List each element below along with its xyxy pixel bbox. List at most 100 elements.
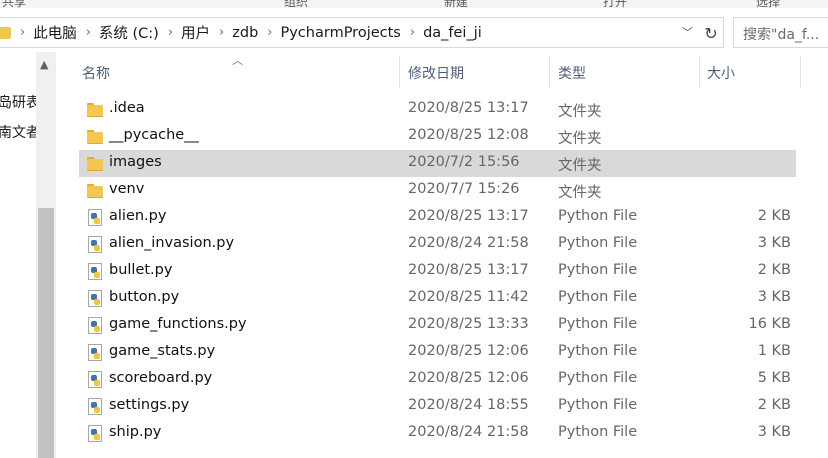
file-type: Python File	[558, 235, 638, 251]
address-bar[interactable]: › 此电脑 › 系统 (C:) › 用户 › zdb › PycharmProj…	[0, 17, 724, 48]
python-file-icon	[87, 425, 103, 442]
column-divider[interactable]	[549, 56, 550, 88]
file-row[interactable]: images 2020/7/2 15:56 文件夹	[79, 150, 796, 177]
breadcrumb-this-pc[interactable]: 此电脑	[33, 22, 77, 43]
ribbon-select-label[interactable]: 选择	[756, 0, 780, 8]
file-size: 5 KB	[757, 370, 791, 386]
column-type-header[interactable]: 类型	[558, 52, 586, 92]
column-header-row: ︿ 名称 修改日期 类型 大小	[56, 52, 828, 92]
nav-scrollbar[interactable]: ▲	[36, 52, 56, 458]
column-divider[interactable]	[699, 56, 700, 88]
file-type: Python File	[558, 370, 638, 386]
file-row[interactable]: settings.py 2020/8/24 18:55 Python File 2 K…	[79, 393, 796, 420]
file-row[interactable]: button.py 2020/8/25 11:42 Python File 3 KB	[79, 285, 796, 312]
file-type: Python File	[558, 343, 638, 359]
file-type: Python File	[558, 289, 638, 305]
file-name: button.py	[109, 289, 180, 305]
file-size: 3 KB	[757, 289, 791, 305]
scroll-up-icon[interactable]: ▲	[40, 58, 48, 71]
ribbon-new-label[interactable]: 新建	[444, 0, 468, 8]
breadcrumb-da-fei-ji[interactable]: da_fei_ji	[423, 25, 482, 41]
ribbon: 共享 组织 新建 打开 选择	[0, 0, 828, 8]
file-name: scoreboard.py	[109, 370, 213, 386]
file-row[interactable]: .idea 2020/8/25 13:17 文件夹	[79, 96, 796, 123]
file-type: 文件夹	[558, 104, 602, 120]
navigation-pane: 岛研表 南文者	[0, 52, 36, 458]
python-file-icon	[87, 236, 103, 253]
ribbon-open-label[interactable]: 打开	[603, 0, 627, 8]
file-modified-date: 2020/8/24 18:55	[408, 397, 529, 413]
nav-item-2[interactable]: 南文者	[0, 122, 36, 142]
file-row[interactable]: bullet.py 2020/8/25 13:17 Python File 2 KB	[79, 258, 796, 285]
file-size: 3 KB	[757, 424, 791, 440]
file-name: alien_invasion.py	[109, 235, 235, 251]
file-type: Python File	[558, 262, 638, 278]
python-file-icon	[87, 371, 103, 388]
chevron-right-icon[interactable]: ›	[20, 25, 25, 40]
column-name-header[interactable]: 名称	[82, 52, 110, 92]
file-modified-date: 2020/8/25 12:06	[408, 343, 529, 359]
file-row[interactable]: game_functions.py 2020/8/25 13:33 Python F…	[79, 312, 796, 339]
column-date-header[interactable]: 修改日期	[408, 52, 464, 92]
file-size: 2 KB	[757, 397, 791, 413]
file-name: game_stats.py	[109, 343, 216, 359]
file-type: 文件夹	[558, 185, 602, 201]
file-size: 2 KB	[757, 208, 791, 224]
scroll-thumb[interactable]	[38, 208, 54, 458]
sort-up-icon: ︿	[232, 54, 243, 67]
column-size-header[interactable]: 大小	[707, 52, 735, 92]
python-file-icon	[87, 290, 103, 307]
breadcrumb-users[interactable]: 用户	[181, 22, 210, 43]
column-divider[interactable]	[800, 56, 801, 88]
file-type: Python File	[558, 397, 638, 413]
file-modified-date: 2020/8/25 13:17	[408, 208, 529, 224]
file-name: __pycache__	[109, 127, 199, 143]
breadcrumb-system-drive[interactable]: 系统 (C:)	[99, 22, 159, 43]
file-type: Python File	[558, 424, 638, 440]
file-row[interactable]: ship.py 2020/8/24 21:58 Python File 3 KB	[79, 420, 796, 447]
folder-icon	[87, 101, 103, 118]
chevron-right-icon[interactable]: ›	[86, 25, 91, 40]
search-input[interactable]: 搜索"da_f...	[733, 17, 828, 48]
file-type: Python File	[558, 316, 638, 332]
file-type: Python File	[558, 208, 638, 224]
breadcrumb-pycharmprojects[interactable]: PycharmProjects	[280, 25, 400, 41]
column-divider[interactable]	[399, 56, 400, 88]
file-modified-date: 2020/8/25 12:06	[408, 370, 529, 386]
python-file-icon	[87, 344, 103, 361]
refresh-icon[interactable]: ↻	[698, 20, 724, 47]
breadcrumb-zdb[interactable]: zdb	[232, 25, 258, 41]
folder-icon	[87, 155, 103, 172]
file-modified-date: 2020/8/25 13:17	[408, 100, 529, 116]
chevron-right-icon[interactable]: ›	[267, 25, 272, 40]
ribbon-organize-label[interactable]: 组织	[284, 0, 308, 8]
chevron-down-icon[interactable]: ﹀	[682, 24, 693, 40]
file-row[interactable]: alien.py 2020/8/25 13:17 Python File 2 KB	[79, 204, 796, 231]
file-name: bullet.py	[109, 262, 173, 278]
python-file-icon	[87, 317, 103, 334]
file-size: 3 KB	[757, 235, 791, 251]
file-name: .idea	[109, 100, 145, 116]
file-name: venv	[109, 181, 145, 197]
file-modified-date: 2020/8/25 13:17	[408, 262, 529, 278]
file-type: 文件夹	[558, 131, 602, 147]
nav-item-1[interactable]: 岛研表	[0, 92, 36, 112]
file-row[interactable]: venv 2020/7/7 15:26 文件夹	[79, 177, 796, 204]
chevron-right-icon[interactable]: ›	[168, 25, 173, 40]
file-size: 1 KB	[757, 343, 791, 359]
python-file-icon	[87, 209, 103, 226]
file-size: 16 KB	[748, 316, 791, 332]
file-row[interactable]: alien_invasion.py 2020/8/24 21:58 Python F…	[79, 231, 796, 258]
ribbon-share-label[interactable]: 共享	[2, 0, 26, 8]
python-file-icon	[87, 398, 103, 415]
chevron-right-icon[interactable]: ›	[410, 25, 415, 40]
file-row[interactable]: __pycache__ 2020/8/25 12:08 文件夹	[79, 123, 796, 150]
file-row[interactable]: scoreboard.py 2020/8/25 12:06 Python File 5…	[79, 366, 796, 393]
file-row[interactable]: game_stats.py 2020/8/25 12:06 Python File 1…	[79, 339, 796, 366]
python-file-icon	[87, 263, 103, 280]
file-type: 文件夹	[558, 158, 602, 174]
file-modified-date: 2020/8/24 21:58	[408, 424, 529, 440]
file-name: alien.py	[109, 208, 167, 224]
chevron-right-icon[interactable]: ›	[219, 25, 224, 40]
folder-icon	[87, 182, 103, 199]
